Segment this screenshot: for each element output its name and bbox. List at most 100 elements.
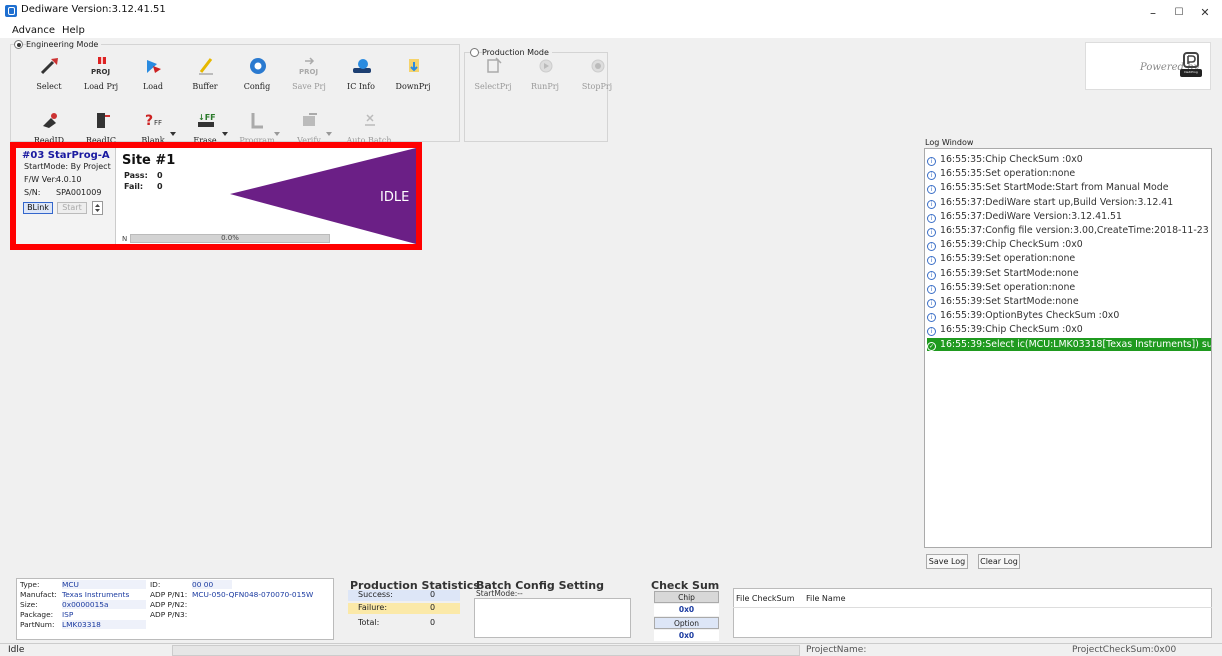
batch-start-mode: StartMode:-- xyxy=(476,589,523,598)
close-button[interactable]: ✕ xyxy=(1198,6,1212,19)
log-window[interactable]: i 16:55:35:Chip CheckSum :0x0 i 16:55:35:Se… xyxy=(924,148,1212,548)
config-gear-icon xyxy=(250,58,266,74)
option-checksum-label: Option xyxy=(654,617,719,629)
maximize-button[interactable]: ☐ xyxy=(1172,7,1186,18)
select-prj-button[interactable]: SelectPrj xyxy=(470,52,516,100)
ic-info-button[interactable]: IC Info xyxy=(338,52,384,100)
log-entry: ✓ 16:55:39:Select ic(MCU:LMK03318[Texas I… xyxy=(927,337,1211,351)
info-icon: i xyxy=(927,313,936,323)
info-icon: i xyxy=(927,270,936,280)
save-proj-icon-text: PROJ xyxy=(299,68,319,76)
log-entry-text: 16:55:35:Set operation:none xyxy=(940,168,1076,180)
log-entry: i 16:55:39:Set StartMode:none xyxy=(927,267,1211,280)
log-entry: i 16:55:37:DediWare start up,Build Versio… xyxy=(927,196,1211,209)
ic-info-icon xyxy=(353,59,371,73)
manufact-value: Texas Instruments xyxy=(62,590,130,599)
partnum-label: PartNum: xyxy=(20,620,55,629)
file-name-header: File Name xyxy=(806,594,846,603)
run-icon xyxy=(539,59,553,73)
minimize-button[interactable]: – xyxy=(1146,6,1160,20)
engineering-mode-label: Engineering Mode xyxy=(26,40,102,49)
total-value: 0 xyxy=(430,618,436,627)
log-entry: i 16:55:35:Set operation:none xyxy=(927,167,1211,181)
project-name: ProjectName: xyxy=(806,645,867,655)
stop-prj-button[interactable]: StopPrj xyxy=(574,52,620,100)
log-entry-text: 16:55:39:Set StartMode:none xyxy=(940,267,1079,279)
package-label: Package: xyxy=(20,610,54,619)
load-icon xyxy=(147,60,161,73)
save-log-button[interactable]: Save Log xyxy=(926,554,968,569)
size-value: 0x0000015a xyxy=(62,600,146,609)
total-label: Total: xyxy=(358,618,380,627)
failure-value: 0 xyxy=(430,603,436,612)
menu-help[interactable]: Help xyxy=(62,25,85,36)
log-entry: i 16:55:39:Set operation:none xyxy=(927,252,1211,266)
info-icon: i xyxy=(927,157,936,166)
file-table-header xyxy=(733,588,1212,608)
load-prj-button[interactable]: PROJ Load Prj xyxy=(78,52,124,100)
clear-log-button[interactable]: Clear Log xyxy=(978,554,1020,569)
app-logo-icon xyxy=(5,5,17,17)
package-value: ISP xyxy=(62,610,74,619)
save-prj-button[interactable]: PROJ Save Prj xyxy=(286,52,332,100)
log-entry: i 16:55:39:Chip CheckSum :0x0 xyxy=(927,323,1211,337)
site-highlight-frame xyxy=(10,142,422,250)
info-icon: i xyxy=(927,171,936,181)
adp1-label: ADP P/N1: xyxy=(150,590,188,599)
select-button[interactable]: Select xyxy=(26,52,72,100)
size-label: Size: xyxy=(20,600,38,609)
program-icon xyxy=(251,113,263,129)
info-icon: i xyxy=(927,299,936,308)
read-id-icon xyxy=(43,113,57,128)
info-icon: i xyxy=(927,256,936,266)
info-icon: i xyxy=(927,199,936,209)
verify-icon xyxy=(303,113,317,126)
chip-checksum-label: Chip xyxy=(654,591,719,603)
down-prj-button[interactable]: DownPrj xyxy=(390,52,436,100)
info-icon: i xyxy=(927,242,936,252)
info-icon: i xyxy=(927,228,936,237)
type-label: Type: xyxy=(20,580,40,589)
failure-label: Failure: xyxy=(358,603,388,612)
partnum-value: LMK03318 xyxy=(62,620,146,629)
dediprog-logo-icon xyxy=(1180,52,1202,77)
manufact-label: Manufact: xyxy=(20,590,57,599)
svg-text:↓FF: ↓FF xyxy=(198,113,216,122)
log-entry-text: 16:55:37:DediWare start up,Build Version… xyxy=(940,196,1174,208)
buffer-button[interactable]: Buffer xyxy=(182,52,228,100)
success-icon: ✓ xyxy=(927,341,936,351)
dediprog-logo-text: DediProg xyxy=(1184,70,1198,74)
info-icon: i xyxy=(927,213,936,223)
menu-advance[interactable]: Advance xyxy=(12,25,55,36)
file-checksum-header: File CheckSum xyxy=(736,594,795,603)
auto-batch-icon xyxy=(365,114,375,126)
info-icon: i xyxy=(927,327,936,337)
log-entry-text: 16:55:39:Set operation:none xyxy=(940,281,1076,293)
log-entry-text: 16:55:39:Chip CheckSum :0x0 xyxy=(940,239,1083,251)
type-value: MCU xyxy=(62,580,146,589)
info-icon: i xyxy=(927,185,936,195)
log-entry: i 16:55:35:Set StartMode:Start from Manua… xyxy=(927,181,1211,195)
chip-checksum-value: 0x0 xyxy=(654,604,719,616)
load-button[interactable]: Load xyxy=(130,52,176,100)
log-entry: i 16:55:39:Set StartMode:none xyxy=(927,295,1211,308)
config-button[interactable]: Config xyxy=(234,52,280,100)
status-progress-bar xyxy=(172,645,800,656)
log-entry: i 16:55:39:OptionBytes CheckSum :0x0 xyxy=(927,309,1211,323)
log-entry: i 16:55:37:Config file version:3.00,Creat… xyxy=(927,224,1211,237)
id-value: 00 00 xyxy=(192,580,232,589)
log-entry-text: 16:55:35:Set StartMode:Start from Manual… xyxy=(940,182,1169,194)
run-prj-button[interactable]: RunPrj xyxy=(522,52,568,100)
engineering-mode-radio[interactable] xyxy=(14,40,23,49)
adp1-value: MCU-050-QFN048-070070-015W xyxy=(192,590,314,599)
adp2-label: ADP P/N2: xyxy=(150,600,188,609)
stop-icon xyxy=(591,59,605,73)
erase-icon: ↓FF xyxy=(198,113,216,127)
success-label: Success: xyxy=(358,590,393,599)
svg-text:FF: FF xyxy=(154,119,162,127)
project-checksum: ProjectCheckSum:0x00 xyxy=(1072,645,1177,655)
select-project-icon xyxy=(487,57,502,73)
select-icon xyxy=(40,58,58,75)
log-entry-text: 16:55:39:OptionBytes CheckSum :0x0 xyxy=(940,310,1120,322)
menu-bar xyxy=(0,22,1222,38)
